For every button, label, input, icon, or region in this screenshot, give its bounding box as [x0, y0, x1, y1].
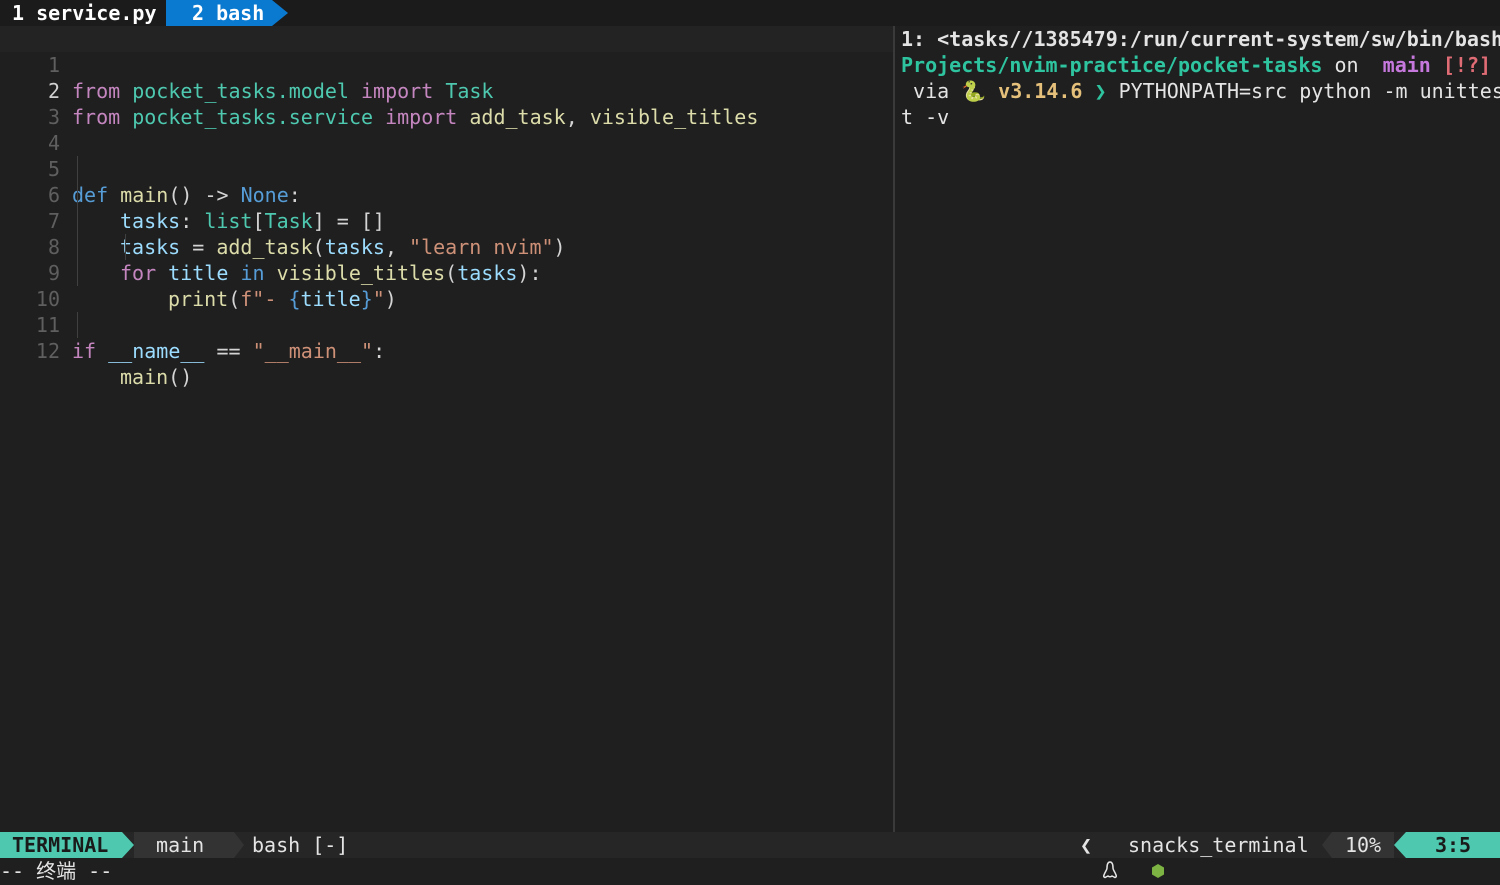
code-text: if __name__ == "__main__":: [72, 339, 386, 363]
code-line[interactable]: 4: [0, 104, 893, 155]
tab-arrow: [272, 0, 288, 26]
prompt-arrow-icon: ❯: [1082, 79, 1119, 103]
python-version: v3.14.6: [986, 79, 1083, 103]
prompt-line: Projects/nvim-practice/pocket-tasks on m…: [901, 52, 1491, 78]
code-line[interactable]: 7 tasks = add_task(tasks, "learn nvim"): [0, 182, 893, 259]
indent-guide: [77, 312, 78, 338]
section-separator: ❮: [1080, 833, 1093, 857]
status-cursor-position: 3:5: [1406, 832, 1500, 858]
terminal-pane[interactable]: 1: <tasks//1385479:/run/current-system/s…: [895, 26, 1500, 832]
percent-arrow: [1322, 832, 1332, 858]
prompt-on: on: [1322, 53, 1371, 77]
prompt-via: via: [901, 79, 962, 103]
code-line[interactable]: 9 print(f"- {title}"): [0, 234, 893, 311]
indent-guide: [125, 234, 126, 260]
code-line[interactable]: 11 if __name__ == "__main__":: [0, 286, 893, 363]
command-line[interactable]: -- 终端 --: [0, 858, 1500, 885]
terminal-title-line: 1: <tasks//1385479:/run/current-system/s…: [901, 27, 1500, 51]
prompt-git-status: [!?]: [1430, 53, 1492, 77]
filetype-icon: [1104, 832, 1165, 878]
tabline: 1 service.py 2 bash: [0, 0, 1500, 26]
command-text: PYTHONPATH=src python -m unittes: [1118, 79, 1500, 103]
mode-message: -- 终端 --: [0, 859, 113, 883]
prompt-line: via 🐍 v3.14.6 ❯ PYTHONPATH=src python -m…: [901, 78, 1500, 104]
code-line[interactable]: 8 for title in visible_titles(tasks):: [0, 208, 893, 285]
code-line[interactable]: 12 main(): [0, 312, 893, 389]
tab-bash-active[interactable]: 2 bash: [166, 0, 272, 26]
linux-icon: [1054, 832, 1118, 879]
tab-service-py[interactable]: 1 service.py: [0, 0, 166, 26]
branch-label: main: [144, 833, 205, 857]
editor-pane[interactable]: 1 from pocket_tasks.model import Task 2 …: [0, 26, 893, 832]
mode-indicator: TERMINAL: [0, 832, 122, 858]
prompt-branch: main: [1370, 53, 1431, 77]
line-number: 12: [35, 339, 60, 363]
prompt-path: Projects/nvim-practice/pocket-tasks: [901, 53, 1323, 77]
command-wrap-line: t -v: [901, 105, 950, 129]
code-line[interactable]: 10: [0, 260, 893, 311]
code-line[interactable]: 1 from pocket_tasks.model import Task: [0, 26, 893, 103]
code-text: main(): [120, 365, 193, 389]
status-filename: bash [-]: [252, 833, 349, 857]
status-branch: main: [134, 832, 234, 858]
status-percent: 10%: [1332, 832, 1394, 858]
python-icon: 🐍: [961, 79, 987, 103]
branch-arrow: [234, 832, 244, 858]
indent-guide: [77, 156, 78, 286]
code-line[interactable]: 5 def main() -> None:: [0, 130, 893, 207]
mode-arrow: [122, 832, 134, 858]
statusline: TERMINAL main bash [-] ❮ snacks_terminal…: [0, 832, 1500, 879]
position-arrow: [1394, 832, 1406, 858]
code-line-current[interactable]: 2 from pocket_tasks.service import add_t…: [0, 52, 893, 129]
status-filetype: snacks_terminal: [1128, 833, 1309, 857]
code-line[interactable]: 3: [0, 78, 893, 129]
code-line[interactable]: 6 tasks: list[Task] = []: [0, 156, 893, 233]
